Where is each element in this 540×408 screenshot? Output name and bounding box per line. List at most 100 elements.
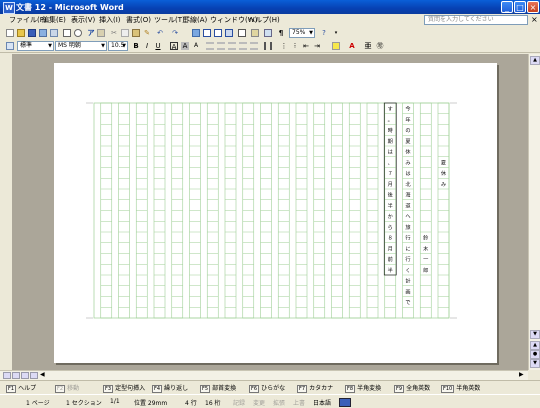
- document-close-icon[interactable]: ×: [531, 15, 538, 24]
- manuscript-char: ７: [388, 171, 393, 177]
- fkey-key: F4: [152, 385, 163, 393]
- char-border-button[interactable]: A: [170, 42, 178, 51]
- prev-page-icon[interactable]: ▲: [530, 341, 540, 350]
- bold-button[interactable]: B: [132, 42, 140, 50]
- highlight-icon[interactable]: [332, 42, 340, 50]
- fkey-label: 部首変換: [212, 385, 237, 392]
- phonetic-guide-icon[interactable]: 亜: [364, 42, 372, 50]
- fkey-halfwidth-alnum[interactable]: F10 半角英数: [441, 383, 480, 393]
- print-layout-icon[interactable]: [21, 372, 29, 379]
- menu-edit[interactable]: 編集(E): [42, 15, 66, 25]
- status-ext[interactable]: 拡張: [273, 398, 285, 407]
- horizontal-scrollbar[interactable]: ◀ ▶: [0, 370, 528, 380]
- font-color-icon[interactable]: A: [348, 42, 356, 50]
- status-line: 4 行: [185, 400, 197, 407]
- hyperlink-icon[interactable]: [192, 29, 200, 37]
- research-icon[interactable]: [97, 29, 105, 37]
- paste-icon[interactable]: [132, 29, 140, 37]
- columns-icon[interactable]: [238, 29, 246, 37]
- web-layout-icon[interactable]: [12, 372, 20, 379]
- numbering-icon[interactable]: ⋮: [280, 42, 288, 50]
- document-map-icon[interactable]: [264, 29, 272, 37]
- menu-view[interactable]: 表示(V): [71, 15, 95, 25]
- fkey-autotext[interactable]: F3 定型句挿入: [103, 383, 145, 393]
- minimize-button[interactable]: _: [501, 1, 513, 13]
- status-rec[interactable]: 記録: [233, 398, 245, 407]
- menu-help[interactable]: ヘルプ(H): [248, 15, 280, 25]
- mail-icon[interactable]: [50, 29, 58, 37]
- menu-table[interactable]: 罫線(A): [183, 15, 207, 25]
- menu-file[interactable]: ファイル(F): [9, 15, 47, 25]
- fkey-radical-convert[interactable]: F5 部首変換: [200, 383, 236, 393]
- increase-indent-icon[interactable]: ⇥: [313, 42, 321, 50]
- status-trk[interactable]: 変更: [253, 398, 265, 407]
- print-icon[interactable]: [63, 29, 71, 37]
- cut-icon[interactable]: ✂: [110, 29, 118, 37]
- fkey-help[interactable]: F1 ヘルプ: [6, 383, 36, 393]
- next-page-icon[interactable]: ▼: [530, 359, 540, 368]
- align-right-icon[interactable]: [239, 42, 247, 50]
- manuscript-char: 夏: [441, 159, 447, 166]
- browse-object-icon[interactable]: ●: [530, 350, 540, 359]
- menu-tools[interactable]: ツール(T): [154, 15, 185, 25]
- enclose-char-icon[interactable]: ㊢: [376, 42, 384, 50]
- underline-button[interactable]: U: [154, 42, 162, 50]
- copy-icon[interactable]: [121, 29, 129, 37]
- justify-icon[interactable]: [206, 42, 214, 50]
- fkey-fullwidth-alnum[interactable]: F9 全角英数: [394, 383, 430, 393]
- chevron-down-icon: ▼: [48, 43, 52, 49]
- line-spacing-icon[interactable]: [264, 42, 272, 50]
- styles-pane-icon[interactable]: [6, 42, 14, 50]
- save-icon[interactable]: [28, 29, 36, 37]
- fkey-katakana[interactable]: F7 カタカナ: [297, 383, 333, 393]
- permission-icon[interactable]: [39, 29, 47, 37]
- scroll-down-icon[interactable]: ▼: [530, 330, 540, 339]
- italic-button[interactable]: I: [143, 42, 151, 50]
- document-page[interactable]: 夏休み鈴木一郎今年の夏休みは北海道へ旅行に行く計画です。時期は、 ７ 月後半から ８ 月…: [54, 63, 497, 363]
- new-document-icon[interactable]: [6, 29, 14, 37]
- distributed-icon[interactable]: [250, 42, 258, 50]
- decrease-indent-icon[interactable]: ⇤: [302, 42, 310, 50]
- insert-table-icon[interactable]: [214, 29, 222, 37]
- fkey-move[interactable]: F2 移動: [55, 383, 79, 393]
- fkey-halfwidth[interactable]: F8 半角変換: [345, 383, 381, 393]
- align-left-icon[interactable]: [217, 42, 225, 50]
- zoom-select[interactable]: 75% ▼: [289, 28, 315, 38]
- status-ovr[interactable]: 上書: [293, 398, 305, 407]
- print-preview-icon[interactable]: [74, 29, 82, 37]
- format-painter-icon[interactable]: ✎: [143, 29, 151, 37]
- menu-format[interactable]: 書式(O): [126, 15, 151, 25]
- vertical-scrollbar[interactable]: ▲ ▼ ▲ ● ▼: [528, 54, 540, 370]
- spelling-status-icon[interactable]: [339, 398, 351, 407]
- char-shading-button[interactable]: A: [181, 42, 189, 50]
- spelling-icon[interactable]: ア: [87, 29, 95, 37]
- bullets-icon[interactable]: ⁝: [291, 42, 299, 50]
- center-icon[interactable]: [228, 42, 236, 50]
- manuscript-char: み: [405, 159, 410, 166]
- undo-icon[interactable]: ↶: [156, 29, 164, 37]
- scroll-right-icon[interactable]: ▶: [519, 371, 524, 378]
- close-button[interactable]: ×: [527, 1, 539, 13]
- scroll-up-icon[interactable]: ▲: [530, 56, 540, 65]
- fkey-repeat[interactable]: F4 繰り返し: [152, 383, 188, 393]
- redo-icon[interactable]: ↷: [171, 29, 179, 37]
- word-app-icon[interactable]: W: [3, 2, 15, 14]
- toolbar-options-icon[interactable]: ▾: [332, 29, 340, 37]
- maximize-button[interactable]: □: [514, 1, 526, 13]
- scroll-left-icon[interactable]: ◀: [40, 371, 45, 378]
- tables-borders-icon[interactable]: [203, 29, 211, 37]
- normal-view-icon[interactable]: [3, 372, 11, 379]
- drawing-icon[interactable]: [251, 29, 259, 37]
- insert-excel-icon[interactable]: [225, 29, 233, 37]
- help-icon[interactable]: ?: [320, 29, 328, 37]
- show-hide-icon[interactable]: ¶: [277, 29, 285, 37]
- menu-insert[interactable]: 挿入(I): [99, 15, 121, 25]
- fkey-hiragana[interactable]: F6 ひらがな: [249, 383, 285, 393]
- font-size-select[interactable]: 10.5 ▼: [108, 41, 128, 51]
- char-scale-button[interactable]: A: [192, 42, 200, 50]
- outline-view-icon[interactable]: [30, 372, 38, 379]
- open-icon[interactable]: [17, 29, 25, 37]
- help-search-input[interactable]: 質問を入力してください: [424, 15, 528, 25]
- style-select[interactable]: 標準 ▼: [17, 41, 54, 51]
- font-select[interactable]: MS 明朝 ▼: [55, 41, 107, 51]
